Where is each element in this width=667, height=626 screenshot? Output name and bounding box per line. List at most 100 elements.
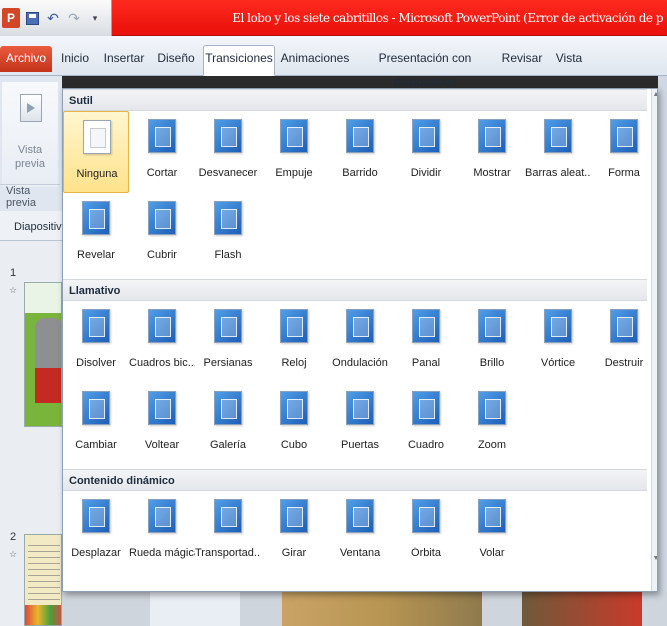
transition-item[interactable]: Disolver xyxy=(63,301,129,383)
transition-item[interactable]: Reloj xyxy=(261,301,327,383)
transition-label: Disolver xyxy=(76,357,116,369)
transition-item[interactable]: Zoom xyxy=(459,383,525,465)
slide-thumbnail-1[interactable] xyxy=(24,282,62,427)
transition-item[interactable]: Vórtice xyxy=(525,301,591,383)
transition-item[interactable]: Puertas xyxy=(327,383,393,465)
transition-item[interactable]: Cuadro xyxy=(393,383,459,465)
customize-toolbar-button[interactable]: ▾ xyxy=(86,8,104,28)
uncover-transition-icon xyxy=(82,201,110,235)
title-bar: P ↶ ↷ ▾ El lobo y los siete cabritillos … xyxy=(0,0,667,36)
scroll-down-icon[interactable]: ▼ xyxy=(652,553,657,565)
transition-label: Empuje xyxy=(275,167,313,179)
transition-item[interactable]: Desplazar xyxy=(63,491,129,573)
vortex-transition-icon xyxy=(544,309,572,343)
switch-transition-icon xyxy=(82,391,110,425)
transition-item[interactable]: Cambiar xyxy=(63,383,129,465)
powerpoint-app-icon[interactable]: P xyxy=(2,8,20,28)
thumbnail-sky xyxy=(25,283,61,313)
transition-item[interactable]: Ondulación xyxy=(327,301,393,383)
undo-button[interactable]: ↶ xyxy=(44,8,62,28)
transition-item[interactable]: Ventana xyxy=(327,491,393,573)
transition-label: Forma xyxy=(608,167,640,179)
split-transition-icon xyxy=(412,119,440,153)
cover-transition-icon xyxy=(148,201,176,235)
transition-item[interactable]: Flash xyxy=(195,193,261,275)
transition-item[interactable]: Brillo xyxy=(459,301,525,383)
transition-item[interactable]: Empuje xyxy=(261,111,327,193)
transition-item[interactable]: Girar xyxy=(261,491,327,573)
slide-image-part xyxy=(522,592,642,626)
tab-archivo[interactable]: Archivo xyxy=(0,46,52,72)
tab-animaciones[interactable]: Animaciones xyxy=(280,46,350,70)
transition-label: Barras aleat... xyxy=(525,167,591,179)
transition-item[interactable]: Rueda mágica xyxy=(129,491,195,573)
transition-item[interactable]: Órbita xyxy=(393,491,459,573)
save-icon xyxy=(25,11,39,25)
transition-label: Cambiar xyxy=(75,439,117,451)
ribbon-tab-bar: Archivo Inicio Insertar Diseño Transicio… xyxy=(0,36,667,89)
transition-label: Reloj xyxy=(281,357,307,369)
transition-item[interactable]: Cubo xyxy=(261,383,327,465)
transition-item[interactable]: Destruir xyxy=(591,301,657,383)
transition-label: Persianas xyxy=(203,357,253,369)
window-title: El lobo y los siete cabritillos - Micros… xyxy=(232,11,663,25)
transition-item[interactable]: Forma xyxy=(591,111,657,193)
tab-diseno[interactable]: Diseño xyxy=(154,46,198,70)
tab-presentacion[interactable]: Presentación con diapositivas xyxy=(356,46,494,89)
doors-transition-icon xyxy=(346,391,374,425)
scroll-up-icon[interactable]: ▲ xyxy=(652,89,657,101)
zoom-transition-icon xyxy=(478,391,506,425)
box-transition-icon xyxy=(412,391,440,425)
tab-transiciones[interactable]: Transiciones xyxy=(203,45,275,76)
section-header: Sutil xyxy=(63,89,647,111)
right-edge xyxy=(658,76,667,626)
tab-vista[interactable]: Vista xyxy=(552,46,586,70)
transition-item[interactable]: Cortar xyxy=(129,111,195,193)
transition-item[interactable]: Barras aleat... xyxy=(525,111,591,193)
transition-label: Zoom xyxy=(477,439,507,451)
wipe-transition-icon xyxy=(346,119,374,153)
gallery-transition-icon xyxy=(214,391,242,425)
preview-icon xyxy=(20,94,42,122)
thumbnail-text-lines xyxy=(28,540,60,600)
transition-item[interactable]: Persianas xyxy=(195,301,261,383)
slide-thumbnail-2[interactable] xyxy=(24,534,62,626)
transition-label: Dividir xyxy=(410,167,442,179)
save-button[interactable] xyxy=(23,8,41,28)
slide-canvas-area xyxy=(150,592,240,626)
preview-button[interactable]: Vista previa xyxy=(2,82,58,187)
ferris-wheel-transition-icon xyxy=(148,499,176,533)
slides-panel-tab[interactable]: Diapositiva xyxy=(0,211,68,241)
transition-label: Cuadros bic... xyxy=(129,357,195,369)
transition-item[interactable]: Mostrar xyxy=(459,111,525,193)
redo-button[interactable]: ↷ xyxy=(65,8,83,28)
tab-insertar[interactable]: Insertar xyxy=(100,46,148,70)
transition-label: Rueda mágica xyxy=(129,547,195,559)
transition-item[interactable]: Transportad... xyxy=(195,491,261,573)
transition-item[interactable]: Voltear xyxy=(129,383,195,465)
transition-item[interactable]: Galería xyxy=(195,383,261,465)
slide-number-2: 2 xyxy=(10,531,17,543)
tab-revisar[interactable]: Revisar xyxy=(500,46,544,70)
transition-item[interactable]: Revelar xyxy=(63,193,129,275)
transition-item[interactable]: Ninguna xyxy=(63,111,129,193)
transition-marker-icon: ☆ xyxy=(9,549,18,559)
transition-item[interactable]: Volar xyxy=(459,491,525,573)
transition-item[interactable]: Dividir xyxy=(393,111,459,193)
transition-label: Puertas xyxy=(341,439,379,451)
slide-canvas[interactable] xyxy=(62,592,667,626)
tab-inicio[interactable]: Inicio xyxy=(56,46,94,70)
transition-item[interactable]: Cuadros bic... xyxy=(129,301,195,383)
transition-label: Vórtice xyxy=(540,357,576,369)
transition-item[interactable]: Barrido xyxy=(327,111,393,193)
transition-label: Panal xyxy=(411,357,441,369)
transition-label: Brillo xyxy=(479,357,505,369)
preview-group-label: Vista previa xyxy=(0,184,60,209)
transition-item[interactable]: Cubrir xyxy=(129,193,195,275)
orbit-transition-icon xyxy=(412,499,440,533)
transition-item[interactable]: Panal xyxy=(393,301,459,383)
window-transition-icon xyxy=(346,499,374,533)
transition-label: Revelar xyxy=(77,249,115,261)
transition-label: Volar xyxy=(479,547,505,559)
transition-item[interactable]: Desvanecer xyxy=(195,111,261,193)
